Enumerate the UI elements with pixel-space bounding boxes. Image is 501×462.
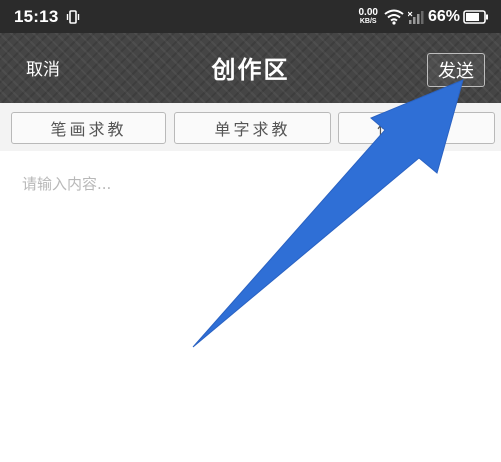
send-button[interactable]: 发送 (427, 53, 485, 87)
wifi-icon (384, 9, 404, 25)
tab-stroke-help[interactable]: 笔画求教 (11, 112, 166, 144)
content-area (0, 151, 501, 462)
battery-percent: 66% (427, 7, 460, 25)
status-left: 15:13 (14, 7, 81, 27)
status-time: 15:13 (14, 6, 59, 26)
screen: 15:13 0.00 KB/S 66% 取消 创作区 发送 笔画求教 单字求教 … (0, 0, 501, 462)
content-input[interactable] (0, 151, 501, 462)
status-right: 0.00 KB/S 66% (358, 6, 490, 26)
net-speed-value: 0.00 (358, 6, 378, 18)
status-bar: 15:13 0.00 KB/S 66% (0, 0, 501, 33)
page-title: 创作区 (211, 55, 290, 84)
vibrate-icon (65, 9, 81, 25)
signal-icon (407, 10, 424, 24)
header-bar: 取消 创作区 发送 (0, 33, 501, 103)
tabs-row: 笔画求教 单字求教 作 (0, 103, 501, 151)
tab-work-help[interactable]: 作 (338, 112, 495, 144)
tab-work-help-label: 作 (376, 120, 396, 139)
net-speed: 0.00 KB/S (358, 6, 378, 26)
net-speed-unit: KB/S (359, 17, 377, 25)
tab-character-help[interactable]: 单字求教 (174, 112, 331, 144)
battery-icon (463, 9, 489, 24)
